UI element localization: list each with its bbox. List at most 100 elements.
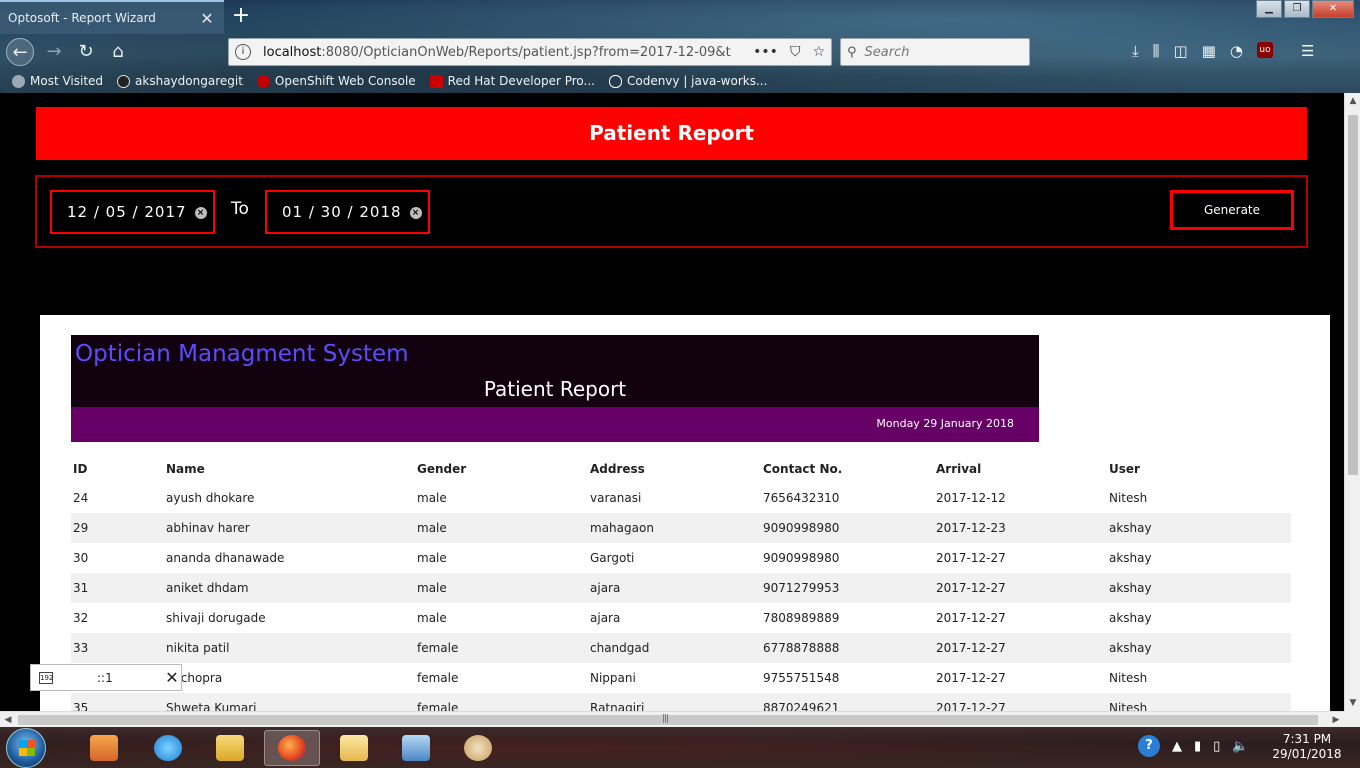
report-panel: Optician Managment System Patient Report… [40,315,1330,711]
navigation-bar: ← → ↻ ⌂ i localhost:8080/OpticianOnWeb/R… [0,35,1360,69]
info-icon[interactable]: i [235,44,251,60]
table-cell: 33 [71,633,164,663]
address-popup: 192 ::1 ✕ [30,664,182,691]
bookmark-star-icon[interactable]: ☆ [812,44,825,60]
table-cell: 2017-12-27 [934,573,1107,603]
table-cell: male [415,513,588,543]
tab-report-wizard[interactable]: Optosoft - Report Wizard ✕ [0,0,224,34]
clock[interactable]: 7:31 PM 29/01/2018 [1262,732,1352,762]
close-icon[interactable]: ✕ [163,668,181,687]
forward-button[interactable]: → [40,38,68,66]
clear-icon[interactable]: × [410,207,422,219]
to-date-input[interactable]: 01 / 30 / 2018 × [265,190,430,234]
bookmark-item[interactable]: akshaydongaregit [117,74,243,88]
table-row: 30 ananda dhanawade male Gargoti 9090998980 2… [71,543,1291,573]
clock-date: 29/01/2018 [1272,747,1342,761]
bookmark-item[interactable]: Most Visited [12,74,103,88]
tab-title: Optosoft - Report Wizard [8,11,156,25]
table-cell: ananda dhanawade [166,551,285,565]
bookmark-label: Red Hat Developer Pro... [447,74,595,88]
table-cell: aniket dhdam [164,573,415,603]
table-row: 33 nikita patil female chandgad 6778878888 20… [71,633,1291,663]
bookmark-item[interactable]: OpenShift Web Console [256,74,416,88]
table-cell: male [417,491,447,505]
horizontal-scrollbar[interactable]: ◀ ||| ▶ [0,711,1344,727]
table-cell: female [415,693,588,711]
table-header-row: ID Name Gender Address Contact No. Arriv… [71,455,1291,483]
help-icon[interactable]: ? [1138,735,1160,757]
url-bar[interactable]: i localhost:8080/OpticianOnWeb/Reports/p… [228,38,832,66]
taskbar-app[interactable] [140,730,196,766]
table-cell: akshay [1109,611,1152,625]
scroll-left-icon[interactable]: ◀ [0,712,16,728]
grid-icon[interactable]: ▦ [1202,42,1216,60]
generate-button[interactable]: Generate [1170,190,1294,230]
page-actions-icon[interactable]: ••• [753,44,778,60]
scroll-up-icon[interactable]: ▲ [1345,93,1360,109]
tab-close-icon[interactable]: ✕ [198,9,216,28]
from-date-input[interactable]: 12 / 05 / 2017 × [50,190,215,234]
table-cell: 29 [71,513,164,543]
table-row: 35 Shweta Kumari female Ratnagiri 8870249621… [71,693,1291,711]
bookmark-label: Most Visited [30,74,104,88]
volume-icon[interactable]: 🔈 [1232,739,1248,754]
scroll-grip-icon: ||| [662,714,669,724]
scroll-right-icon[interactable]: ▶ [1328,712,1344,728]
table-cell: female [417,671,459,685]
extension-icon[interactable]: ◔ [1230,42,1243,60]
maximize-button[interactable]: ❐ [1284,0,1310,18]
taskbar-app[interactable] [388,730,444,766]
bookmarks-bar: Most Visited akshaydongaregit OpenShift … [0,70,1360,92]
close-window-button[interactable]: ✕ [1312,0,1354,18]
bookmark-item[interactable]: Red Hat Developer Pro... [429,74,595,88]
column-header: Gender [417,462,467,476]
table-cell: 32 [73,611,89,625]
from-date-value: 12 / 05 / 2017 [67,203,187,221]
scroll-corner [1344,711,1360,727]
clear-icon[interactable]: × [195,207,207,219]
firefox-icon [278,735,306,761]
home-button[interactable]: ⌂ [104,38,132,66]
screen: Optosoft - Report Wizard ✕ + ▁ ❐ ✕ ← → ↻… [0,0,1360,768]
table-row: 24 ayush dhokare male varanasi 7656432310 201… [71,483,1291,513]
back-button[interactable]: ← [6,38,34,66]
column-header: Name [166,462,205,476]
taskbar-app[interactable] [202,730,258,766]
new-tab-button[interactable]: + [228,4,254,30]
network-icon[interactable]: ▮ [1194,739,1201,754]
word-icon [216,735,244,761]
taskbar-app[interactable] [76,730,132,766]
download-icon[interactable]: ⤓ [1132,42,1139,60]
taskbar-app[interactable] [326,730,382,766]
library-icon[interactable]: ⫼ [1153,42,1160,60]
minimize-button[interactable]: ▁ [1256,0,1282,18]
sidebar-icon[interactable]: ◫ [1174,42,1188,60]
bookmark-item[interactable]: Codenvy | java-works... [608,74,767,88]
toolbar-icons: ⤓ ⫼ ◫ ▦ ◔ uo ☰ [1132,42,1314,60]
scroll-down-icon[interactable]: ▼ [1345,695,1360,711]
start-button[interactable] [6,728,46,768]
table-cell: varanasi [590,491,642,505]
table-cell: 2017-12-27 [934,693,1107,711]
reload-button[interactable]: ↻ [72,38,100,66]
table-cell: 7808989889 [763,611,840,625]
vertical-scrollbar[interactable]: ▲ ▼ [1344,93,1360,711]
column-header: User [1109,462,1140,476]
table-cell: Nitesh [1109,671,1148,685]
window-controls: ▁ ❐ ✕ [1256,0,1354,18]
pocket-icon[interactable]: ⛉ [790,44,801,60]
vertical-scroll-thumb[interactable] [1348,115,1358,475]
show-hidden-icons-icon[interactable]: ▲ [1172,739,1182,754]
ublock-icon[interactable]: uo [1257,42,1274,58]
media-player-icon [90,735,118,761]
taskbar-app[interactable] [450,730,506,766]
table-cell: Nippani [590,671,636,685]
taskbar: ? ▲ ▮ ▯ 🔈 7:31 PM 29/01/2018 [0,727,1360,768]
table-cell: akshay [1109,551,1152,565]
url-text: localhost:8080/OpticianOnWeb/Reports/pat… [263,45,745,60]
battery-icon[interactable]: ▯ [1213,739,1220,754]
paint-icon [464,735,492,761]
menu-icon[interactable]: ☰ [1301,42,1314,60]
search-bar[interactable]: ⚲ Search [840,38,1030,66]
taskbar-app-firefox[interactable] [264,730,320,766]
